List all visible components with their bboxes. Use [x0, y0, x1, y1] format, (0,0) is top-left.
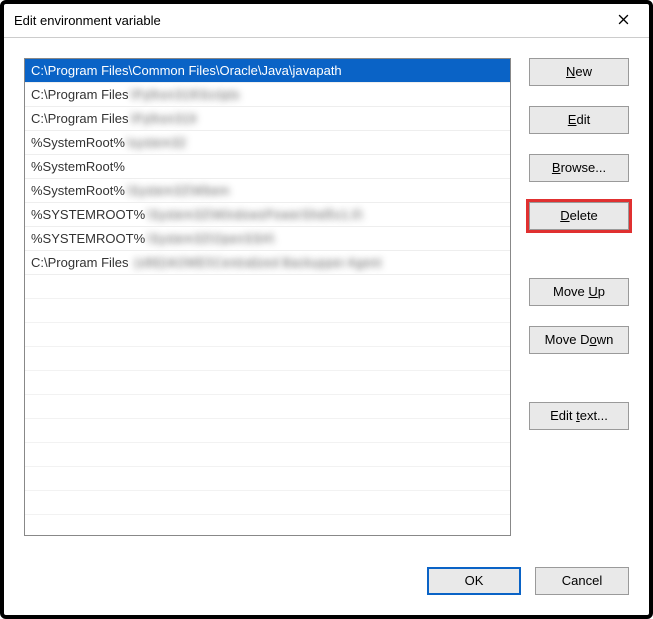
path-obscured-text: (x86)\AOMEI\Centralized Backupper Agent [131, 255, 382, 270]
path-list-item[interactable]: C:\Program Files\Common Files\Oracle\Jav… [25, 59, 510, 83]
path-list-empty-row[interactable] [25, 371, 510, 395]
button-column: New Edit Browse... Delete Move Up Move D… [529, 58, 629, 536]
path-list-item[interactable]: %SystemRoot%\System32\Wbem [25, 179, 510, 203]
path-list-empty-row[interactable] [25, 347, 510, 371]
path-list-empty-row[interactable] [25, 299, 510, 323]
footer-buttons: OK Cancel [427, 567, 629, 595]
path-list-item[interactable]: C:\Program Files (x86)\AOMEI\Centralized… [25, 251, 510, 275]
edit-button[interactable]: Edit [529, 106, 629, 134]
path-list-item[interactable]: C:\Program Files\Python319 [25, 107, 510, 131]
close-icon [618, 13, 629, 28]
path-visible-text: %SystemRoot% [31, 135, 125, 150]
titlebar: Edit environment variable [4, 4, 649, 38]
path-list-item[interactable]: %SystemRoot%\system32 [25, 131, 510, 155]
path-list-empty-row[interactable] [25, 395, 510, 419]
path-visible-text: %SYSTEMROOT% [31, 207, 145, 222]
path-list-empty-row[interactable] [25, 323, 510, 347]
client-area: C:\Program Files\Common Files\Oracle\Jav… [4, 38, 649, 615]
path-visible-text: C:\Program Files [31, 255, 129, 270]
browse-button[interactable]: Browse... [529, 154, 629, 182]
move-up-button[interactable]: Move Up [529, 278, 629, 306]
window-title: Edit environment variable [14, 13, 161, 28]
path-visible-text: %SystemRoot% [31, 159, 125, 174]
path-obscured-text: \System32\Wbem [127, 183, 230, 198]
path-visible-text: C:\Program Files [31, 87, 129, 102]
path-visible-text: %SystemRoot% [31, 183, 125, 198]
path-obscured-text: \System32\WindowsPowerShell\v1.0\ [147, 207, 362, 222]
edit-text-button[interactable]: Edit text... [529, 402, 629, 430]
path-visible-text: C:\Program Files [31, 111, 129, 126]
cancel-button[interactable]: Cancel [535, 567, 629, 595]
path-list-empty-row[interactable] [25, 491, 510, 515]
path-obscured-text: \System32\OpenSSH\ [147, 231, 274, 246]
ok-button[interactable]: OK [427, 567, 521, 595]
delete-button[interactable]: Delete [529, 202, 629, 230]
path-listbox[interactable]: C:\Program Files\Common Files\Oracle\Jav… [24, 58, 511, 536]
new-button[interactable]: New [529, 58, 629, 86]
path-list-empty-row[interactable] [25, 275, 510, 299]
path-list-item[interactable]: %SystemRoot% [25, 155, 510, 179]
path-list-item[interactable]: %SYSTEMROOT%\System32\WindowsPowerShell\… [25, 203, 510, 227]
path-obscured-text: \Python319\Scripts [131, 87, 240, 102]
close-button[interactable] [603, 7, 643, 35]
dialog-window: Edit environment variable C:\Program Fil… [0, 0, 653, 619]
main-row: C:\Program Files\Common Files\Oracle\Jav… [24, 58, 629, 536]
path-list-item[interactable]: C:\Program Files\Python319\Scripts [25, 83, 510, 107]
path-list-item[interactable]: %SYSTEMROOT%\System32\OpenSSH\ [25, 227, 510, 251]
path-visible-text: C:\Program Files\Common Files\Oracle\Jav… [31, 63, 342, 78]
path-list-empty-row[interactable] [25, 443, 510, 467]
path-list-empty-row[interactable] [25, 419, 510, 443]
move-down-button[interactable]: Move Down [529, 326, 629, 354]
path-obscured-text: \system32 [127, 135, 186, 150]
path-obscured-text: \Python319 [131, 111, 197, 126]
path-list-empty-row[interactable] [25, 467, 510, 491]
path-visible-text: %SYSTEMROOT% [31, 231, 145, 246]
